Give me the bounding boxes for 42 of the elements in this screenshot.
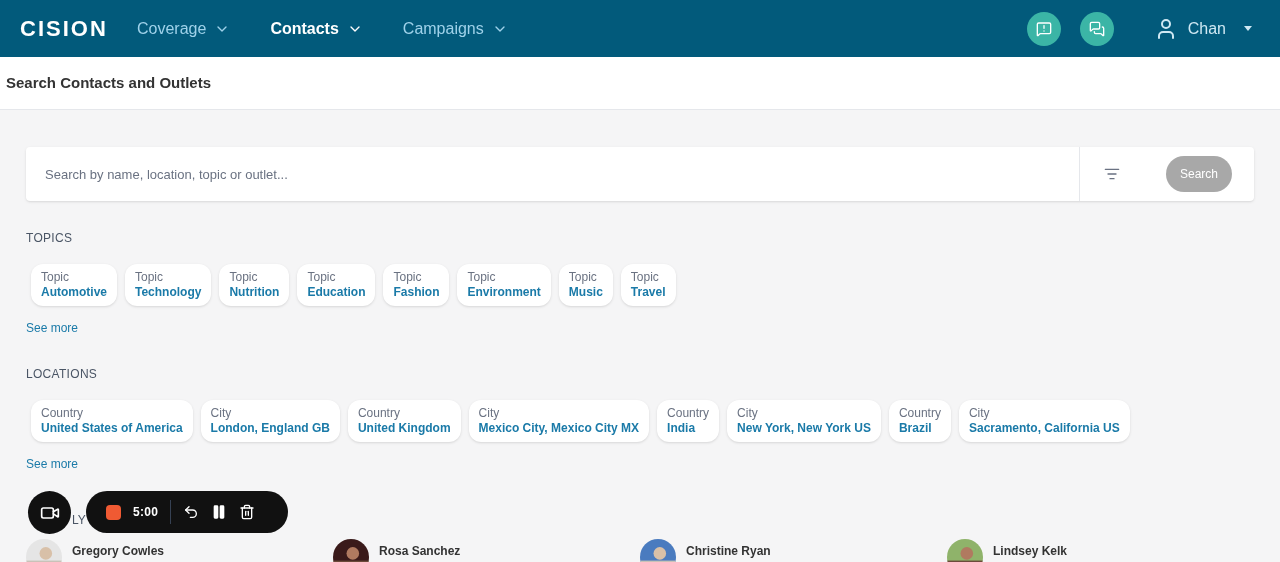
nav-menu[interactable]: Coverage	[137, 16, 231, 41]
timer: 5:00	[133, 504, 159, 521]
undo-icon[interactable]	[183, 504, 200, 520]
filter-chip[interactable]: Topic Travel	[620, 264, 676, 306]
filter-chip[interactable]: City New York, New York US	[727, 400, 881, 442]
feedback-button[interactable]	[1026, 11, 1061, 46]
contact-name[interactable]: Christine Ryan	[686, 542, 771, 560]
filter-chip[interactable]: Country United Kingdom	[347, 400, 461, 442]
filter-chip[interactable]: Country United States of America	[31, 400, 193, 442]
filter-chip[interactable]: Topic Technology	[125, 264, 212, 306]
chat-icon	[1088, 20, 1105, 37]
trash-icon[interactable]	[239, 504, 256, 520]
filter-chip[interactable]: Topic Fashion	[383, 264, 450, 306]
caret-icon	[1244, 24, 1252, 33]
see-more-link[interactable]: See more	[26, 319, 79, 337]
filter-chip[interactable]: City Sacramento, California US	[958, 400, 1130, 442]
section-title: LOCATIONS	[26, 366, 99, 383]
contact-name[interactable]: Gregory Cowles	[72, 542, 165, 560]
filter-chip[interactable]: Topic Environment	[457, 264, 551, 306]
section-title: TOPICS	[26, 230, 74, 247]
chat-button[interactable]	[1079, 11, 1114, 46]
feedback-icon	[1035, 20, 1052, 37]
filter-chip[interactable]: City Mexico City, Mexico City MX	[468, 400, 650, 442]
nav-menu[interactable]: Campaigns	[402, 16, 508, 41]
camera-button[interactable]	[28, 491, 71, 534]
section-title: LY	[72, 512, 86, 529]
contact-name[interactable]: Rosa Sanchez	[379, 542, 461, 560]
filter-chip[interactable]: Topic Music	[558, 264, 613, 306]
filter-chip[interactable]: Country India	[657, 400, 720, 442]
stop-icon[interactable]	[106, 504, 121, 520]
filter-chip[interactable]: Topic Automotive	[31, 264, 117, 306]
user-menu[interactable]: Chan	[1153, 16, 1252, 41]
see-more-link[interactable]: See more	[26, 455, 79, 473]
page-title: Search Contacts and Outlets	[6, 72, 212, 93]
nav-menu[interactable]: Contacts	[270, 16, 363, 41]
filter-chip[interactable]: Topic Nutrition	[219, 264, 290, 306]
contact-name[interactable]: Lindsey Kelk	[993, 542, 1068, 560]
filter-chip[interactable]: Topic Education	[297, 264, 376, 306]
filter-chip[interactable]: City London, England GB	[200, 400, 340, 442]
filter-chip[interactable]: Country Brazil	[888, 400, 951, 442]
logo[interactable]: CISION	[20, 12, 137, 45]
filter-icon[interactable]	[1103, 166, 1120, 182]
